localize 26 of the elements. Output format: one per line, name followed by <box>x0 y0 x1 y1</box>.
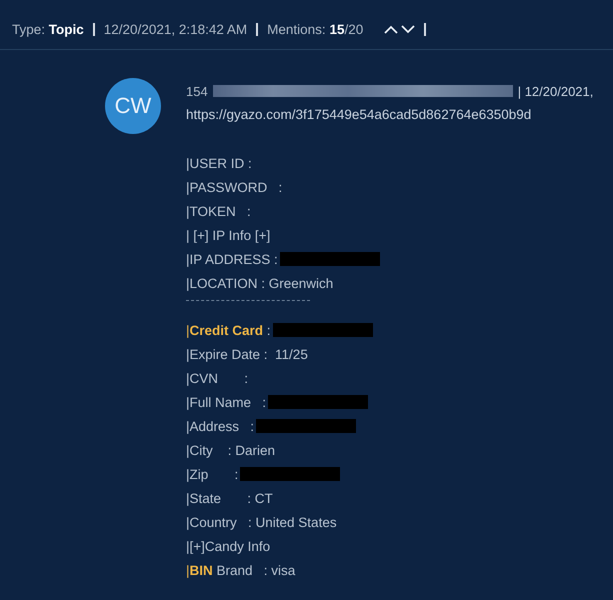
post-line: |Zip : <box>186 466 238 482</box>
post-line: |USER ID : <box>186 156 252 170</box>
post-line: |LOCATION : Greenwich <box>186 276 334 290</box>
post-line: |State : CT <box>186 490 273 506</box>
mentions-count: Mentions: 15/20 <box>267 22 364 37</box>
post-line: |[+]Candy Info <box>186 538 270 554</box>
avatar: CW <box>105 78 161 134</box>
post-line: |Address : <box>186 418 254 434</box>
post-line: |Credit Card : <box>186 322 271 338</box>
post-line: |CVN : <box>186 370 248 386</box>
author-number: 154 <box>186 84 208 98</box>
post-line: |PASSWORD : <box>186 180 282 194</box>
post-line: |IP ADDRESS : <box>186 252 278 266</box>
post-link[interactable]: https://gyazo.com/3f175449e54a6cad5d862764e6350b9d <box>186 103 613 127</box>
post-line: |BIN Brand : visa <box>186 562 296 578</box>
post-line: |Expire Date : 11/25 <box>186 346 308 362</box>
chevron-down-icon[interactable] <box>401 25 416 34</box>
post-line: |TOKEN : <box>186 204 251 218</box>
type-label: Type: Topic <box>12 22 84 37</box>
post-line: |Full Name : <box>186 394 266 410</box>
chevron-up-icon[interactable] <box>384 25 398 34</box>
post-date: | 12/20/2021, <box>518 84 594 98</box>
post-line: |Country : United States <box>186 514 337 530</box>
post-line: | [+] IP Info [+] <box>186 228 270 242</box>
timestamp: 12/20/2021, 2:18:42 AM <box>104 22 248 37</box>
post-line: |City : Darien <box>186 442 276 458</box>
